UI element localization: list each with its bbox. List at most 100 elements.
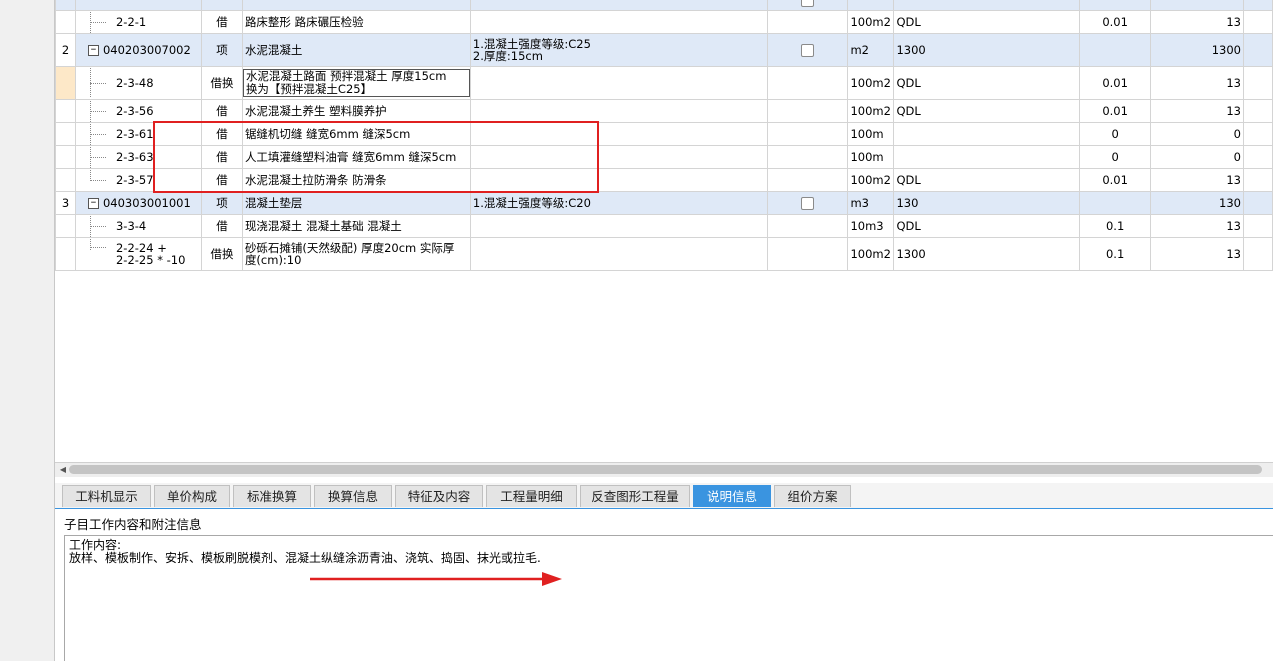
feature-cell [469, 66, 768, 100]
name-cell[interactable]: 砂砾石摊铺(天然级配) 厚度20cm 实际厚 度(cm):10 [241, 237, 471, 271]
checkbox-cell [766, 237, 849, 271]
unit-cell: 100m2 [847, 168, 895, 192]
type-cell: 项 [200, 33, 243, 67]
name-cell[interactable]: 水泥混凝土拉防滑条 防滑条 [241, 168, 471, 192]
table-row[interactable]: 2-3-63 借 人工填灌缝塑料油膏 缝宽6mm 缝深5cm 100m 0 0 [55, 145, 1273, 169]
tab-reverse-lookup[interactable]: 反查图形工程量 [580, 485, 690, 507]
code-text: 2-3-61 [115, 127, 154, 141]
bill-of-quantities-grid[interactable]: 2-2-1 借 路床整形 路床碾压检验 100m2 QDL 0.01 13 2 … [55, 0, 1273, 462]
qty-expr-cell[interactable] [893, 122, 1081, 146]
table-row[interactable]: 2 −040203007002 项 水泥混凝土 1.混凝土强度等级:C25 2.厚… [55, 33, 1273, 67]
tab-standard-conversion[interactable]: 标准换算 [233, 485, 311, 507]
qty-cell[interactable]: 13 [1150, 237, 1244, 271]
tab-unit-price[interactable]: 单价构成 [154, 485, 230, 507]
extra-cell [1242, 168, 1273, 192]
code-cell[interactable]: 2-2-24 +2-2-25 * -10 [74, 237, 202, 271]
checkbox-cell[interactable] [766, 191, 849, 215]
qty-expr-cell[interactable]: 130 [893, 191, 1081, 215]
tree-line [89, 67, 91, 97]
name-edit-box[interactable]: 水泥混凝土路面 预拌混凝土 厚度15cm 换为【预拌混凝土C25】 [243, 69, 470, 97]
qty-expr-cell[interactable]: QDL [893, 99, 1081, 123]
qty-expr-cell[interactable]: 1300 [893, 237, 1081, 271]
feature-cell [469, 0, 768, 11]
seq-cell [55, 145, 76, 169]
qty-cell[interactable]: 0 [1150, 145, 1244, 169]
table-row[interactable]: 3-3-4 借 现浇混凝土 混凝土基础 混凝土 10m3 QDL 0.1 13 [55, 214, 1273, 238]
code-cell[interactable]: −040203007002 [74, 33, 202, 67]
code-cell[interactable]: 2-3-56 [74, 99, 202, 123]
name-cell[interactable]: 水泥混凝土路面 预拌混凝土 厚度15cm 换为【预拌混凝土C25】 [241, 66, 471, 100]
extra-cell [1242, 191, 1273, 215]
qty-expr-cell[interactable]: QDL [893, 10, 1081, 34]
table-row[interactable]: 2-3-56 借 水泥混凝土养生 塑料膜养护 100m2 QDL 0.01 13 [55, 99, 1273, 123]
collapse-icon[interactable]: − [87, 45, 99, 56]
lock-checkbox[interactable] [801, 0, 815, 7]
collapse-icon[interactable]: − [87, 198, 99, 209]
type-cell: 借换 [200, 237, 243, 271]
qty-expr-cell[interactable]: QDL [893, 168, 1081, 192]
unit-cell: 100m2 [847, 10, 895, 34]
qty-cell[interactable]: 1300 [1150, 33, 1244, 67]
type-cell: 借 [200, 99, 243, 123]
feature-cell[interactable]: 1.混凝土强度等级:C20 [469, 191, 768, 215]
qty-cell[interactable]: 13 [1150, 214, 1244, 238]
table-row[interactable]: 2-2-1 借 路床整形 路床碾压检验 100m2 QDL 0.01 13 [55, 10, 1273, 34]
table-row[interactable]: 2-3-48 借换 水泥混凝土路面 预拌混凝土 厚度15cm 换为【预拌混凝土C2… [55, 66, 1273, 100]
type-cell: 借 [200, 10, 243, 34]
name-cell[interactable]: 现浇混凝土 混凝土基础 混凝土 [241, 214, 471, 238]
qty-expr-cell[interactable]: QDL [893, 214, 1081, 238]
table-row[interactable] [55, 0, 1273, 11]
tab-features[interactable]: 特征及内容 [395, 485, 483, 507]
qty-expr-cell[interactable] [893, 145, 1081, 169]
code-cell [74, 0, 202, 11]
table-row[interactable]: 2-2-24 +2-2-25 * -10 借换 砂砾石摊铺(天然级配) 厚度20… [55, 237, 1273, 271]
scroll-left-icon[interactable]: ◀ [57, 464, 69, 476]
qty-cell [1150, 0, 1244, 11]
tab-conversion-info[interactable]: 换算信息 [314, 485, 392, 507]
qty-cell[interactable]: 0 [1150, 122, 1244, 146]
name-cell[interactable]: 人工填灌缝塑料油膏 缝宽6mm 缝深5cm [241, 145, 471, 169]
qty-expr-cell[interactable]: QDL [893, 66, 1081, 100]
code-cell[interactable]: 2-3-61 [74, 122, 202, 146]
name-line: 换为【预拌混凝土C25】 [245, 82, 373, 96]
feature-cell [469, 99, 768, 123]
tab-quantity-detail[interactable]: 工程量明细 [486, 485, 577, 507]
scrollbar-thumb[interactable] [69, 465, 1262, 474]
lock-checkbox[interactable] [801, 196, 815, 210]
name-cell[interactable]: 路床整形 路床碾压检验 [241, 10, 471, 34]
tab-pricing-plan[interactable]: 组价方案 [774, 485, 851, 507]
seq-cell: 3 [55, 191, 76, 215]
tab-description[interactable]: 说明信息 [693, 485, 771, 507]
checkbox-cell[interactable] [766, 0, 849, 11]
qty-expr-cell[interactable]: 1300 [893, 33, 1081, 67]
name-cell[interactable]: 水泥混凝土养生 塑料膜养护 [241, 99, 471, 123]
code-cell[interactable]: 2-2-1 [74, 10, 202, 34]
feature-cell[interactable]: 1.混凝土强度等级:C25 2.厚度:15cm [469, 33, 768, 67]
code-cell[interactable]: 2-3-57 [74, 168, 202, 192]
tab-labor-material[interactable]: 工料机显示 [62, 485, 151, 507]
feature-cell [469, 10, 768, 34]
name-cell[interactable]: 水泥混凝土 [241, 33, 471, 67]
feature-cell [469, 122, 768, 146]
checkbox-cell [766, 145, 849, 169]
code-cell[interactable]: 3-3-4 [74, 214, 202, 238]
qty-cell[interactable]: 13 [1150, 10, 1244, 34]
horizontal-scrollbar[interactable]: ◀ [55, 462, 1273, 477]
table-row[interactable]: 2-3-61 借 锯缝机切缝 缝宽6mm 缝深5cm 100m 0 0 [55, 122, 1273, 146]
name-cell[interactable]: 锯缝机切缝 缝宽6mm 缝深5cm [241, 122, 471, 146]
name-cell[interactable]: 混凝土垫层 [241, 191, 471, 215]
table-row[interactable]: 3 −040303001001 项 混凝土垫层 1.混凝土强度等级:C20 m3… [55, 191, 1273, 215]
coef-cell: 0.01 [1079, 168, 1152, 192]
qty-cell[interactable]: 13 [1150, 168, 1244, 192]
checkbox-cell[interactable] [766, 33, 849, 67]
code-cell[interactable]: −040303001001 [74, 191, 202, 215]
lock-checkbox[interactable] [801, 43, 815, 57]
unit-cell: 100m [847, 122, 895, 146]
description-textarea[interactable]: 工作内容: 放样、模板制作、安拆、模板刷脱模剂、混凝土纵缝涂沥青油、浇筑、捣固、… [64, 535, 1273, 661]
code-cell[interactable]: 2-3-48 [74, 66, 202, 100]
qty-cell[interactable]: 13 [1150, 66, 1244, 100]
qty-cell[interactable]: 130 [1150, 191, 1244, 215]
table-row[interactable]: 2-3-57 借 水泥混凝土拉防滑条 防滑条 100m2 QDL 0.01 13 [55, 168, 1273, 192]
code-cell[interactable]: 2-3-63 [74, 145, 202, 169]
qty-cell[interactable]: 13 [1150, 99, 1244, 123]
